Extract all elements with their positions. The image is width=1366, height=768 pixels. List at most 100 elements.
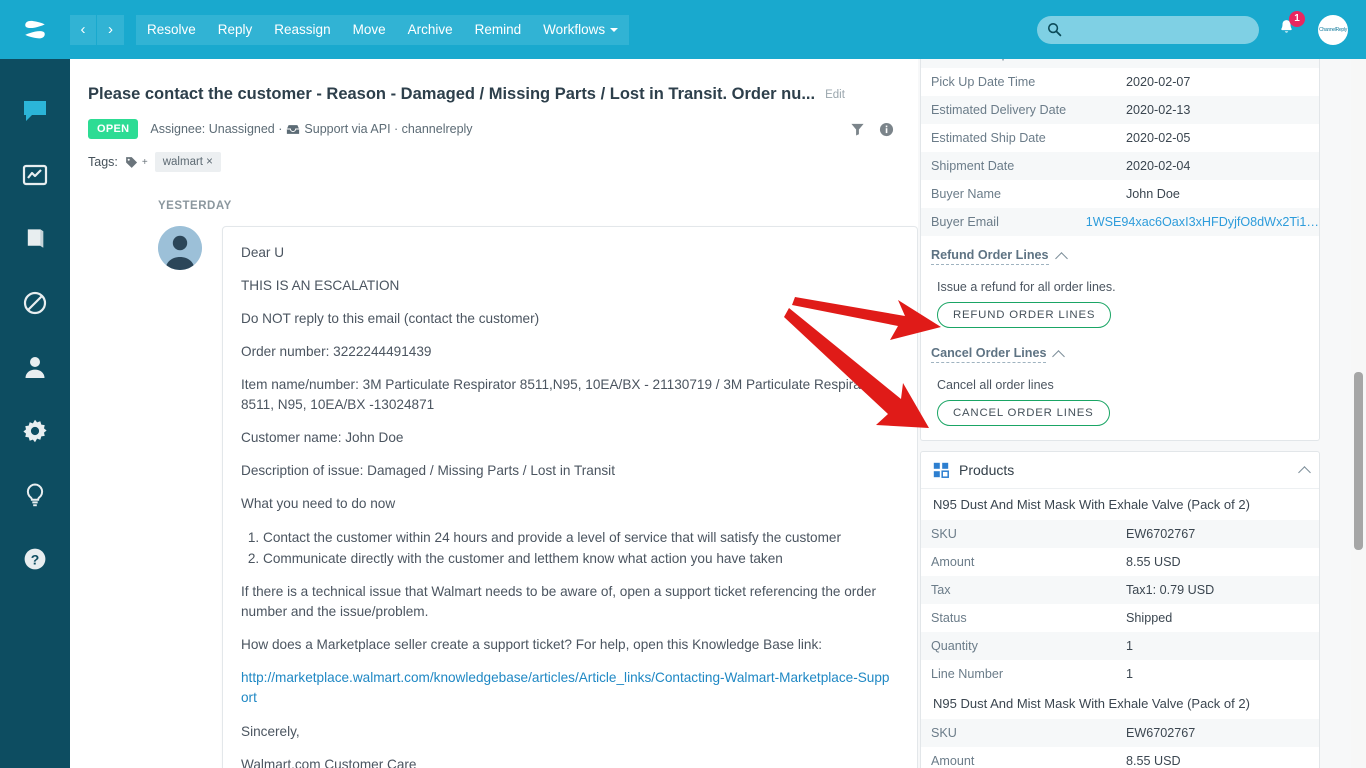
order-details-sidebar[interactable]: Fulfillment Option S2H Pick Up Date Time… bbox=[918, 40, 1358, 768]
header-right-cluster: 1 ChannelReply bbox=[1037, 10, 1352, 45]
reply-label: Reply bbox=[217, 22, 253, 37]
resolve-button[interactable]: Resolve bbox=[136, 14, 207, 45]
field-key: Estimated Ship Date bbox=[931, 131, 1046, 145]
field-key: Buyer Name bbox=[931, 187, 1001, 201]
table-row: Status Shipped bbox=[921, 604, 1319, 632]
subject-row: Please contact the customer - Reason - D… bbox=[70, 59, 918, 105]
cancel-order-lines-button[interactable]: CANCEL ORDER LINES bbox=[937, 400, 1110, 426]
field-key: Shipment Date bbox=[931, 159, 1015, 173]
message-paragraph: What you need to do now bbox=[241, 496, 396, 511]
sidebar-item-reports[interactable] bbox=[0, 143, 70, 207]
message-paragraph: Do NOT reply to this email (contact the … bbox=[241, 311, 540, 326]
ban-icon bbox=[23, 291, 47, 315]
workflows-label: Workflows bbox=[543, 22, 606, 37]
table-row: Buyer Email 1WSE94xac6OaxI3xHFDyjfO8dWx2… bbox=[921, 208, 1319, 236]
field-key: Buyer Email bbox=[931, 215, 999, 229]
reamaze-logo-icon bbox=[25, 20, 45, 38]
filter-icon[interactable] bbox=[850, 122, 865, 137]
table-row: Line Number 1 bbox=[921, 660, 1319, 688]
sidebar-item-settings[interactable] bbox=[0, 399, 70, 463]
move-button[interactable]: Move bbox=[341, 14, 397, 45]
products-title: Products bbox=[959, 462, 1015, 478]
table-row: Estimated Delivery Date 2020-02-13 bbox=[921, 96, 1319, 124]
products-header[interactable]: Products bbox=[921, 452, 1319, 489]
table-row: Shipment Date 2020-02-04 bbox=[921, 152, 1319, 180]
sidebar-item-ideas[interactable] bbox=[0, 463, 70, 527]
message-card: Dear U THIS IS AN ESCALATION Do NOT repl… bbox=[222, 226, 918, 768]
channel-label: Support via API · channelreply bbox=[304, 122, 473, 136]
scrollbar-thumb[interactable] bbox=[1354, 372, 1363, 550]
reply-button[interactable]: Reply bbox=[206, 14, 264, 45]
chat-bubble-icon bbox=[24, 101, 46, 121]
remind-label: Remind bbox=[474, 22, 522, 37]
grid-icon bbox=[933, 462, 949, 478]
sidebar-item-blocked[interactable] bbox=[0, 271, 70, 335]
field-value: 1 bbox=[1126, 639, 1134, 653]
gear-icon bbox=[23, 419, 47, 443]
field-value: Shipped bbox=[1126, 611, 1173, 625]
svg-text:?: ? bbox=[31, 551, 40, 567]
table-row: Quantity 1 bbox=[921, 632, 1319, 660]
field-key: Pick Up Date Time bbox=[931, 75, 1036, 89]
tag-icon[interactable] bbox=[125, 156, 138, 169]
search-icon bbox=[1047, 22, 1062, 37]
prev-conversation-button[interactable]: ‹ bbox=[70, 14, 97, 45]
conversation-meta: Assignee: Unassigned · Support via API ·… bbox=[150, 122, 472, 136]
field-key: SKU bbox=[931, 527, 957, 541]
refund-section-description: Issue a refund for all order lines. bbox=[937, 280, 1116, 294]
field-key: Amount bbox=[931, 555, 975, 569]
sidebar-item-knowledge-base[interactable] bbox=[0, 207, 70, 271]
field-value: 2020-02-13 bbox=[1126, 103, 1191, 117]
list-item: Contact the customer within 24 hours and… bbox=[263, 527, 895, 548]
sidebar-item-conversations[interactable] bbox=[0, 79, 70, 143]
field-value: 2020-02-04 bbox=[1126, 159, 1191, 173]
buyer-email-value[interactable]: 1WSE94xac6OaxI3xHFDyjfO8dWx2Ti1… bbox=[1086, 208, 1319, 236]
table-row: Amount 8.55 USD bbox=[921, 548, 1319, 576]
refund-section-header[interactable]: Refund Order Lines bbox=[921, 236, 1319, 267]
account-avatar[interactable]: ChannelReply bbox=[1318, 14, 1348, 45]
search-input[interactable] bbox=[1069, 22, 1249, 37]
book-icon bbox=[27, 229, 43, 248]
sidebar-item-contacts[interactable] bbox=[0, 335, 70, 399]
message-signoff: Sincerely, bbox=[241, 724, 300, 739]
next-conversation-button[interactable]: › bbox=[97, 14, 124, 45]
table-row: SKU EW6702767 bbox=[921, 520, 1319, 548]
notifications-button[interactable]: 1 bbox=[1277, 10, 1305, 42]
tag-chip-walmart[interactable]: walmart × bbox=[154, 152, 221, 172]
message-paragraph: Dear U bbox=[241, 245, 285, 260]
info-icon[interactable] bbox=[879, 122, 894, 137]
meta-icon-group bbox=[850, 122, 894, 137]
chevron-up-icon[interactable] bbox=[1298, 465, 1311, 479]
chevron-up-icon[interactable] bbox=[1052, 350, 1066, 363]
status-badge: OPEN bbox=[88, 119, 139, 139]
refund-section-title: Refund Order Lines bbox=[931, 248, 1049, 265]
field-value: 8.55 USD bbox=[1126, 754, 1181, 768]
cancel-section-header[interactable]: Cancel Order Lines bbox=[921, 334, 1319, 365]
chart-icon bbox=[22, 164, 48, 186]
app-root: ‹ › Resolve Reply Reassign Move Archive … bbox=[0, 0, 1366, 768]
order-details-card: Fulfillment Option S2H Pick Up Date Time… bbox=[920, 40, 1320, 441]
add-tag-button[interactable]: + bbox=[142, 157, 148, 168]
table-row: Tax Tax1: 0.79 USD bbox=[921, 576, 1319, 604]
app-logo[interactable] bbox=[0, 0, 70, 59]
refund-order-lines-button[interactable]: REFUND ORDER LINES bbox=[937, 302, 1112, 328]
workflows-dropdown[interactable]: Workflows bbox=[532, 14, 630, 45]
question-circle-icon: ? bbox=[24, 548, 46, 570]
knowledge-base-link[interactable]: http://marketplace.walmart.com/knowledge… bbox=[241, 670, 889, 705]
remind-button[interactable]: Remind bbox=[463, 14, 533, 45]
sidebar-item-help[interactable]: ? bbox=[0, 527, 70, 591]
archive-button[interactable]: Archive bbox=[396, 14, 464, 45]
message-paragraph: Item name/number: 3M Particulate Respira… bbox=[241, 377, 877, 412]
table-row: Amount 8.55 USD bbox=[921, 747, 1319, 768]
field-key: Tax bbox=[931, 583, 951, 597]
inbox-icon bbox=[287, 124, 300, 134]
table-row: Estimated Ship Date 2020-02-05 bbox=[921, 124, 1319, 152]
message-paragraph: If there is a technical issue that Walma… bbox=[241, 584, 876, 619]
field-value: 2020-02-05 bbox=[1126, 131, 1191, 145]
search-box[interactable] bbox=[1037, 15, 1259, 44]
page-scrollbar[interactable] bbox=[1351, 40, 1366, 768]
reassign-button[interactable]: Reassign bbox=[263, 14, 342, 45]
edit-subject-link[interactable]: Edit bbox=[825, 89, 845, 101]
field-key: Status bbox=[931, 611, 967, 625]
chevron-up-icon[interactable] bbox=[1054, 252, 1068, 265]
